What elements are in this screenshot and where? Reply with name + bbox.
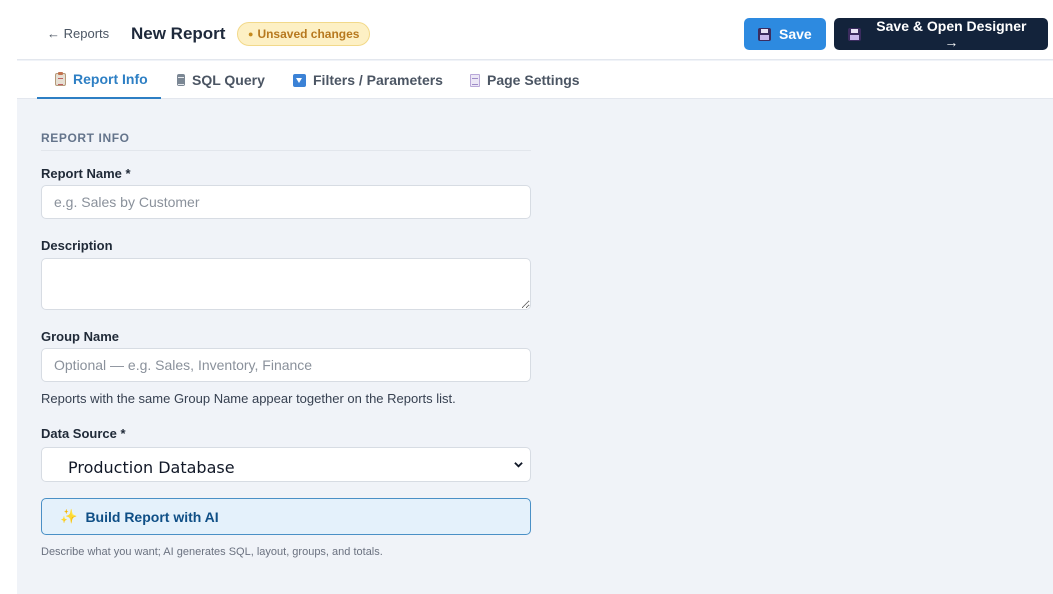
ai-help-text: Describe what you want; AI generates SQL… — [41, 546, 383, 558]
group-name-label: Group Name — [41, 329, 120, 344]
filter-icon — [293, 73, 306, 87]
ai-button-label: Build Report with AI — [85, 508, 219, 525]
save-button-label: Save — [779, 26, 812, 42]
page-title: New Report — [131, 24, 226, 43]
tab-label: Report Info — [73, 71, 148, 87]
floppy-disk-icon — [848, 27, 861, 41]
data-source-selected-value: Production Database — [68, 458, 235, 477]
report-editor-page: ← Reports New Report ● Unsaved changes S… — [0, 0, 1053, 594]
tab-label: SQL Query — [192, 72, 265, 88]
data-source-select[interactable]: Production Database — [41, 447, 531, 482]
save-button[interactable]: Save — [744, 18, 826, 50]
section-divider — [41, 150, 531, 151]
tab-label: Page Settings — [487, 72, 580, 88]
tab-filters-parameters[interactable]: Filters / Parameters — [293, 61, 443, 99]
database-icon — [177, 74, 185, 86]
left-spacer — [0, 0, 17, 594]
build-report-with-ai-button[interactable]: ✨ Build Report with AI — [41, 498, 531, 535]
group-name-input[interactable] — [41, 348, 531, 382]
status-badge-label: Unsaved changes — [257, 27, 360, 41]
tab-bar: Report Info SQL Query Filters / Paramete… — [17, 61, 1053, 99]
back-to-reports-link[interactable]: ← Reports — [47, 26, 109, 41]
report-name-input[interactable] — [41, 185, 531, 219]
data-source-label: Data Source * — [41, 426, 126, 441]
save-and-open-designer-button[interactable]: Save & Open Designer → — [834, 18, 1048, 50]
report-name-label: Report Name * — [41, 166, 131, 181]
section-title: REPORT INFO — [41, 131, 130, 145]
unsaved-status-badge: ● Unsaved changes — [237, 22, 371, 46]
clipboard-icon — [55, 71, 66, 86]
tab-report-info[interactable]: Report Info — [37, 61, 161, 99]
chevron-down-icon — [514, 462, 523, 468]
group-name-help-text: Reports with the same Group Name appear … — [41, 391, 456, 406]
sparkles-icon: ✨ — [60, 508, 78, 524]
save-open-button-label: Save & Open Designer → — [876, 18, 1027, 50]
tab-label: Filters / Parameters — [313, 72, 443, 88]
page-header: ← Reports New Report ● Unsaved changes S… — [17, 9, 1053, 60]
tab-page-settings[interactable]: Page Settings — [470, 61, 580, 99]
page-icon — [470, 73, 480, 87]
description-textarea[interactable] — [41, 258, 531, 310]
tab-sql-query[interactable]: SQL Query — [177, 61, 265, 99]
status-dot-icon: ● — [248, 29, 254, 39]
top-spacer — [0, 0, 1053, 9]
description-label: Description — [41, 238, 113, 253]
floppy-disk-icon — [758, 27, 771, 41]
